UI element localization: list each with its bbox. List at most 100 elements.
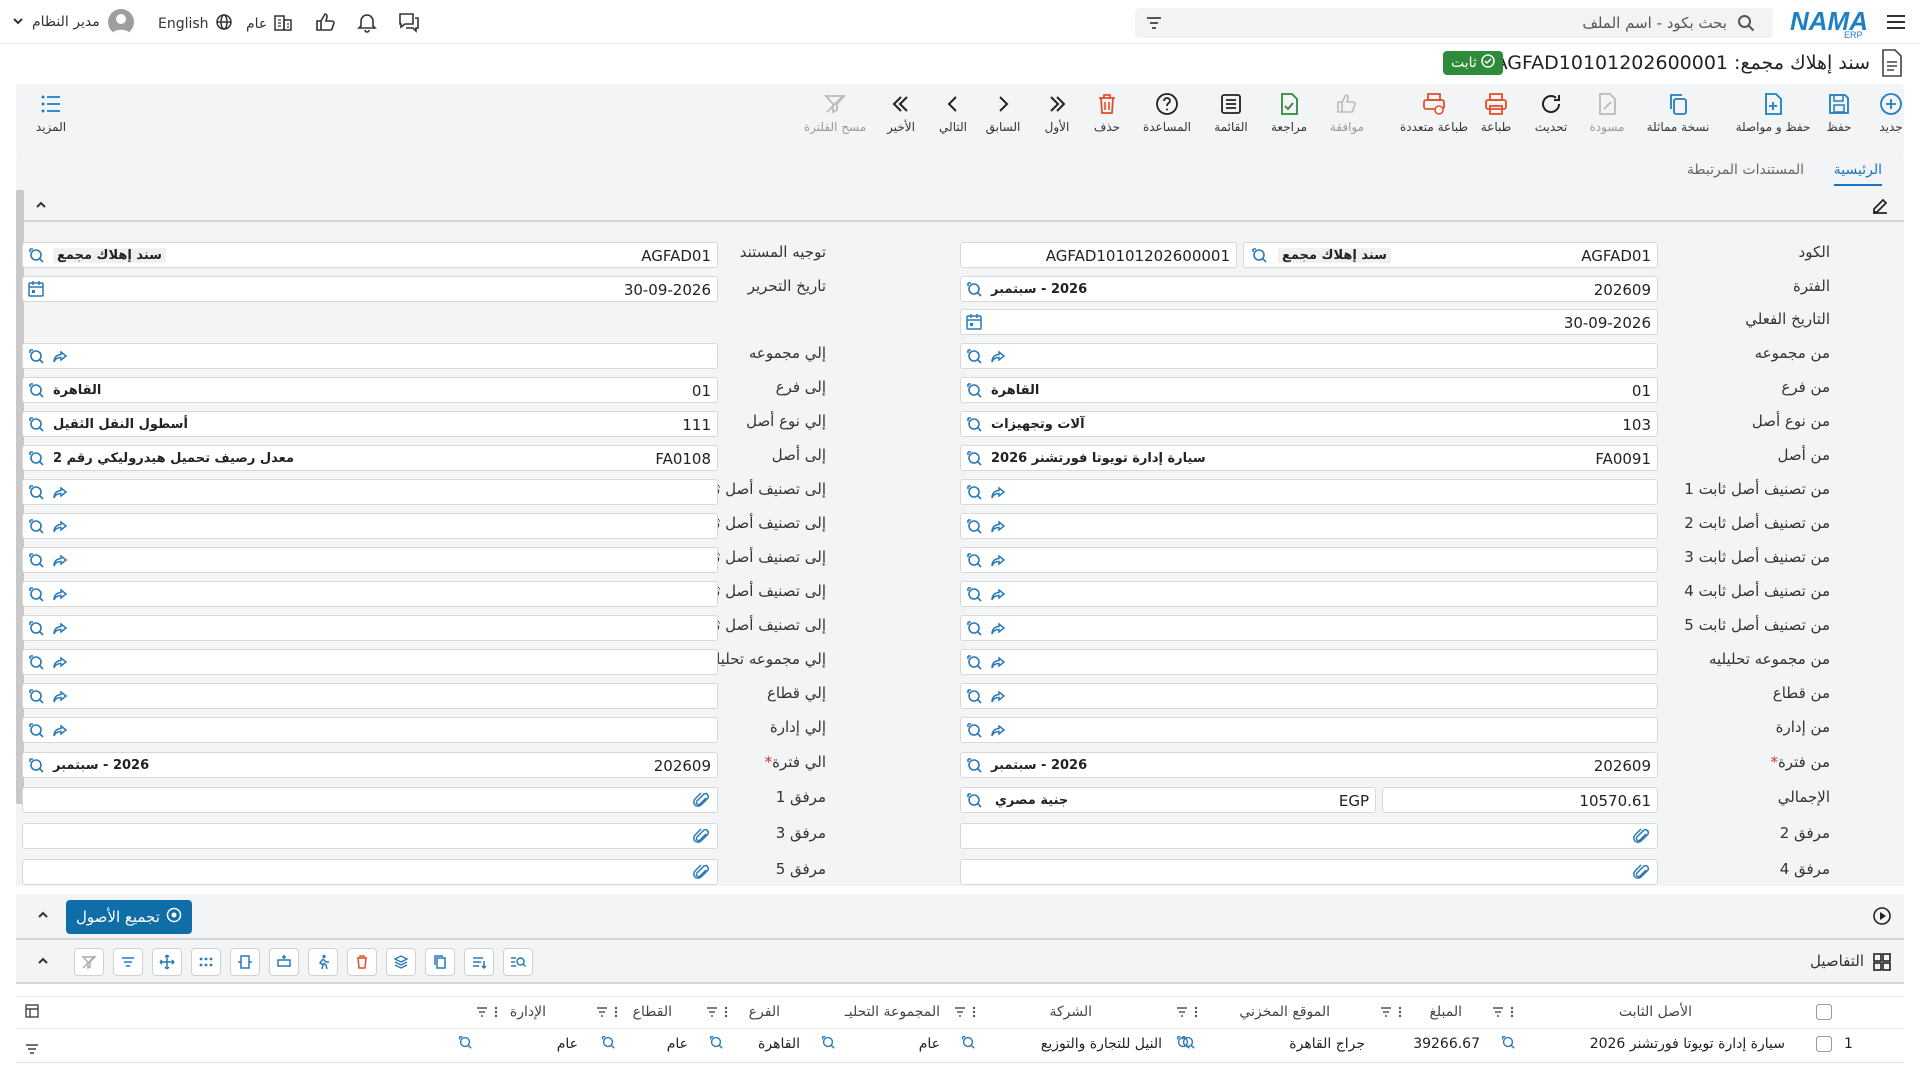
lookup-field[interactable]: FA0108 معدل رصيف تحميل هيدروليكي رقم 2 [22, 445, 718, 471]
grid-column-header[interactable]: الأصل الثابت [1619, 1004, 1692, 1020]
dots-grid-icon[interactable] [191, 948, 221, 976]
cell-lookup-icon[interactable] [960, 1034, 976, 1054]
grid-cell[interactable]: النيل للتجارة والتوزيع [1041, 1036, 1162, 1052]
share-arrow-icon[interactable] [989, 348, 1007, 366]
lookup-icon[interactable] [965, 280, 983, 298]
lookup-field[interactable] [22, 479, 718, 505]
lookup-icon[interactable] [27, 449, 45, 467]
lookup-field[interactable] [960, 479, 1658, 505]
more-button[interactable]: المزيد [16, 92, 86, 148]
fit-columns-icon[interactable] [230, 948, 260, 976]
calendar-icon[interactable] [965, 313, 983, 331]
lookup-field[interactable] [960, 513, 1658, 539]
lookup-field[interactable]: 202609 2026 - سبتمبر [22, 752, 718, 778]
copy-rows-icon[interactable] [425, 948, 455, 976]
chevron-up-icon[interactable] [36, 954, 50, 972]
cell-lookup-icon[interactable] [820, 1034, 836, 1054]
lookup-icon[interactable] [27, 381, 45, 399]
grid-cell[interactable]: عام [919, 1036, 940, 1052]
list-button[interactable]: القائمة [1196, 92, 1266, 148]
insert-row-icon[interactable] [269, 948, 299, 976]
lookup-field[interactable] [22, 683, 718, 709]
lookup-icon[interactable] [965, 687, 983, 705]
share-arrow-icon[interactable] [989, 722, 1007, 740]
attachment-field[interactable] [960, 823, 1658, 849]
cell-lookup-icon[interactable] [457, 1034, 473, 1054]
language-switch[interactable]: English [158, 13, 233, 35]
grid-cell[interactable]: 39266.67 [1413, 1036, 1480, 1052]
lookup-field[interactable]: 103 آلات وتجهيزات [960, 411, 1658, 437]
lookup-field[interactable]: 30-09-2026 [22, 276, 718, 302]
lookup-field[interactable]: FA0091 سيارة إدارة تويوتا فورتشنر 2026 [960, 445, 1658, 471]
lookup-icon[interactable] [965, 756, 983, 774]
lookup-icon[interactable] [27, 415, 45, 433]
duplicate-button[interactable]: نسخة مماثلة [1630, 92, 1726, 148]
column-filter-icon[interactable] [954, 1005, 980, 1023]
paperclip-icon[interactable] [693, 792, 711, 810]
lookup-field[interactable] [960, 615, 1658, 641]
chat-icon[interactable] [396, 10, 422, 34]
cell-lookup-icon[interactable] [708, 1034, 724, 1054]
share-arrow-icon[interactable] [989, 620, 1007, 638]
paperclip-icon[interactable] [1633, 864, 1651, 882]
lookup-field[interactable] [960, 683, 1658, 709]
lookup-icon[interactable] [965, 585, 983, 603]
chevron-up-icon[interactable] [34, 198, 48, 216]
help-button[interactable]: المساعدة [1132, 92, 1202, 148]
paperclip-icon[interactable] [693, 828, 711, 846]
bell-icon[interactable] [354, 10, 380, 34]
lookup-icon[interactable] [965, 381, 983, 399]
paperclip-icon[interactable] [693, 864, 711, 882]
grid-cell[interactable]: عام [667, 1036, 688, 1052]
code-field[interactable]: AGFAD01 سند إهلاك مجمع [1243, 242, 1658, 268]
lookup-field[interactable]: 111 أسطول النقل الثقيل [22, 411, 718, 437]
grid-column-header[interactable]: القطاع [633, 1004, 672, 1020]
row-checkbox[interactable] [1816, 1036, 1832, 1052]
lookup-field[interactable] [22, 513, 718, 539]
run-icon[interactable] [308, 948, 338, 976]
grid-column-header[interactable]: الإدارة [510, 1004, 546, 1020]
lookup-icon[interactable] [27, 585, 45, 603]
cell-lookup-icon[interactable] [1180, 1034, 1196, 1054]
column-filter-icon[interactable] [1492, 1005, 1518, 1023]
share-arrow-icon[interactable] [989, 552, 1007, 570]
lookup-icon[interactable] [965, 347, 983, 365]
column-chooser-icon[interactable] [24, 1003, 40, 1023]
share-arrow-icon[interactable] [989, 688, 1007, 706]
grid-cell[interactable]: القاهرة [758, 1036, 800, 1052]
lookup-icon[interactable] [27, 551, 45, 569]
total-amount-field[interactable]: 10570.61 [1382, 787, 1658, 813]
share-arrow-icon[interactable] [51, 484, 69, 502]
lookup-field[interactable] [22, 547, 718, 573]
tab-linked-documents[interactable]: المستندات المرتبطة [1687, 162, 1804, 178]
tab-main[interactable]: الرئيسية [1833, 162, 1882, 186]
zoom-list-icon[interactable] [503, 948, 533, 976]
lookup-icon[interactable] [965, 791, 983, 809]
share-arrow-icon[interactable] [51, 586, 69, 604]
attachment-field[interactable] [22, 823, 718, 849]
grid-column-header[interactable]: الشركة [1049, 1004, 1092, 1020]
lookup-field[interactable]: 01 القاهرة [960, 377, 1658, 403]
lookup-field[interactable] [960, 547, 1658, 573]
lookup-field[interactable] [22, 615, 718, 641]
multi-print-button[interactable]: طباعة متعددة [1386, 92, 1482, 148]
hamburger-menu-icon[interactable] [1884, 10, 1908, 34]
attachment-field[interactable] [960, 859, 1658, 885]
grid-cell[interactable]: جراج القاهرة [1289, 1036, 1365, 1052]
clear-filter-icon[interactable] [74, 948, 104, 976]
assets-group-button[interactable]: تجميع الأصول [66, 900, 192, 934]
share-arrow-icon[interactable] [989, 586, 1007, 604]
lookup-icon[interactable] [27, 246, 45, 264]
attachment-field[interactable] [22, 859, 718, 885]
lookup-icon[interactable] [27, 756, 45, 774]
select-all-checkbox[interactable] [1816, 1004, 1832, 1020]
edit-icon[interactable] [1870, 196, 1890, 220]
lookup-field[interactable] [960, 581, 1658, 607]
lookup-field[interactable]: AGFAD01 سند إهلاك مجمع [22, 242, 718, 268]
lookup-icon[interactable] [27, 517, 45, 535]
cell-lookup-icon[interactable] [600, 1034, 616, 1054]
column-filter-icon[interactable] [1380, 1005, 1406, 1023]
share-arrow-icon[interactable] [51, 552, 69, 570]
chevron-up-icon[interactable] [36, 908, 50, 926]
filter-icon[interactable] [24, 1042, 40, 1060]
